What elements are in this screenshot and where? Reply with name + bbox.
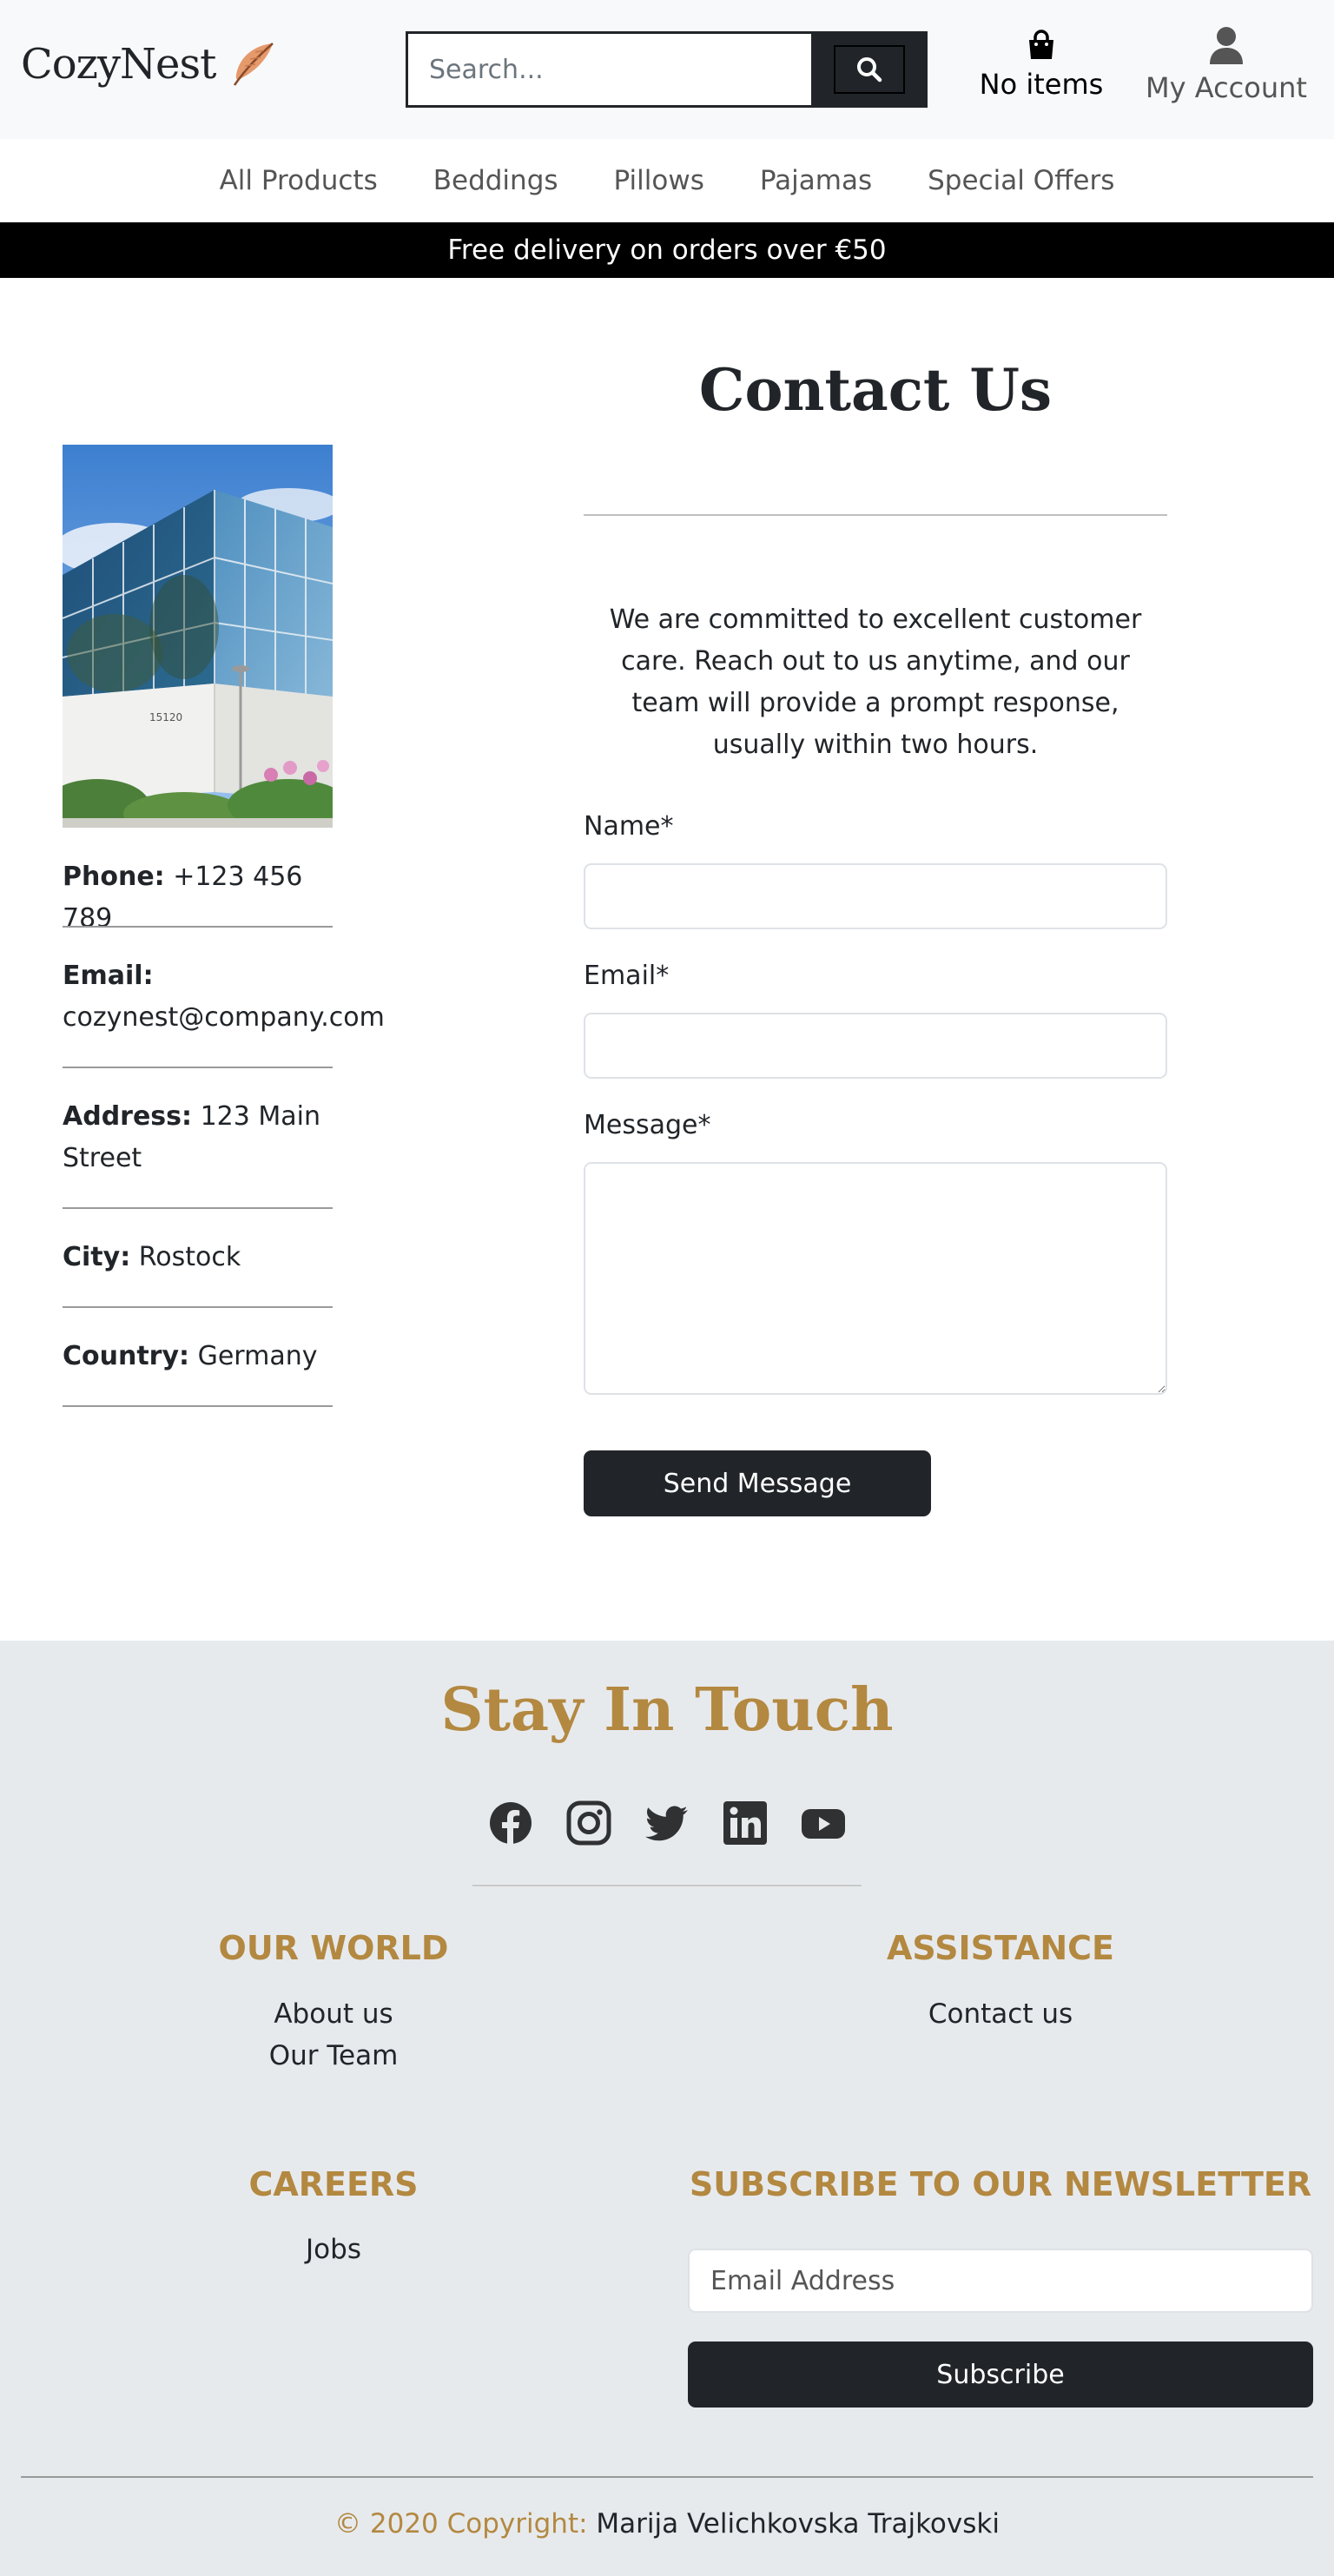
name-label: Name*	[584, 811, 674, 842]
main-nav: All Products Beddings Pillows Pajamas Sp…	[0, 139, 1334, 222]
message-field[interactable]	[584, 1162, 1167, 1395]
my-account-button[interactable]: My Account	[1143, 26, 1310, 104]
search-bar	[406, 31, 928, 108]
youtube-icon[interactable]	[801, 1800, 846, 1846]
feather-icon	[234, 43, 274, 86]
shopping-bag-icon	[1029, 30, 1053, 59]
our-team-link[interactable]: Our Team	[0, 2040, 667, 2071]
address-info: Address: 123 Main Street	[63, 1096, 333, 1179]
divider	[63, 1306, 333, 1308]
search-icon	[857, 57, 882, 83]
email-field-label: Email*	[584, 961, 670, 991]
newsletter-email-input[interactable]	[688, 2249, 1313, 2313]
cart-button[interactable]: No items	[973, 30, 1110, 101]
brand-name: CozyNest	[21, 40, 216, 89]
nav-item-beddings[interactable]: Beddings	[433, 165, 558, 196]
nav-item-all-products[interactable]: All Products	[220, 165, 378, 196]
name-field[interactable]	[584, 863, 1167, 929]
send-message-button[interactable]: Send Message	[584, 1450, 931, 1516]
user-icon	[1210, 27, 1243, 64]
assistance-title: ASSISTANCE	[887, 1929, 1114, 1967]
careers-title: CAREERS	[248, 2165, 419, 2203]
copyright-author-link[interactable]: Marija Velichkovska Trajkovski	[596, 2508, 1000, 2540]
promo-text: Free delivery on orders over €50	[447, 234, 887, 266]
city-info: City: Rostock	[63, 1237, 333, 1278]
address-label: Address:	[63, 1101, 193, 1132]
jobs-link[interactable]: Jobs	[0, 2234, 667, 2265]
title-divider	[584, 514, 1167, 516]
nav-item-special-offers[interactable]: Special Offers	[928, 165, 1114, 196]
social-links	[0, 1800, 1334, 1846]
email-field[interactable]	[584, 1013, 1167, 1079]
country-info: Country: Germany	[63, 1336, 333, 1377]
site-footer: Stay In Touch	[0, 1641, 1334, 2576]
newsletter-title: SUBSCRIBE TO OUR NEWSLETTER	[689, 2165, 1312, 2203]
search-button[interactable]	[811, 31, 928, 108]
stay-in-touch-title: Stay In Touch	[440, 1675, 894, 1745]
account-label: My Account	[1146, 71, 1307, 104]
footer-divider	[21, 2476, 1313, 2478]
cart-label: No items	[979, 68, 1104, 101]
facebook-icon[interactable]	[488, 1800, 533, 1846]
instagram-icon[interactable]	[566, 1800, 611, 1846]
page-title: Contact Us	[698, 356, 1053, 424]
contact-us-link[interactable]: Contact us	[667, 1998, 1334, 2030]
twitter-icon[interactable]	[644, 1800, 690, 1846]
search-input[interactable]	[406, 31, 811, 108]
about-us-link[interactable]: About us	[0, 1998, 667, 2030]
linkedin-icon[interactable]	[723, 1800, 768, 1846]
copyright-prefix: © 2020 Copyright:	[334, 2508, 588, 2540]
social-divider	[472, 1885, 862, 1886]
subscribe-button[interactable]: Subscribe	[688, 2342, 1313, 2408]
our-world-title: OUR WORLD	[218, 1929, 449, 1967]
phone-label: Phone:	[63, 862, 165, 892]
email-info: Email: cozynest@company.com	[63, 955, 385, 1039]
office-building-image: 15120	[63, 445, 333, 828]
divider	[63, 1405, 333, 1407]
site-header: CozyNest No items	[0, 0, 1334, 139]
brand-logo[interactable]: CozyNest	[21, 40, 276, 89]
email-value: cozynest@company.com	[63, 1002, 385, 1033]
city-value: Rostock	[138, 1242, 241, 1272]
message-label: Message*	[584, 1110, 711, 1140]
country-value: Germany	[197, 1341, 318, 1371]
nav-item-pillows[interactable]: Pillows	[614, 165, 704, 196]
building-number: 15120	[149, 711, 182, 723]
nav-item-pajamas[interactable]: Pajamas	[760, 165, 872, 196]
search-button-frame	[834, 45, 905, 94]
divider	[63, 1207, 333, 1209]
divider	[63, 926, 333, 928]
email-label: Email:	[63, 961, 154, 991]
promo-banner: Free delivery on orders over €50	[0, 222, 1334, 278]
contact-intro: We are committed to excellent customer c…	[609, 604, 1142, 760]
city-label: City:	[63, 1242, 131, 1272]
country-label: Country:	[63, 1341, 190, 1371]
copyright: © 2020 Copyright: Marija Velichkovska Tr…	[0, 2508, 1334, 2540]
divider	[63, 1067, 333, 1068]
